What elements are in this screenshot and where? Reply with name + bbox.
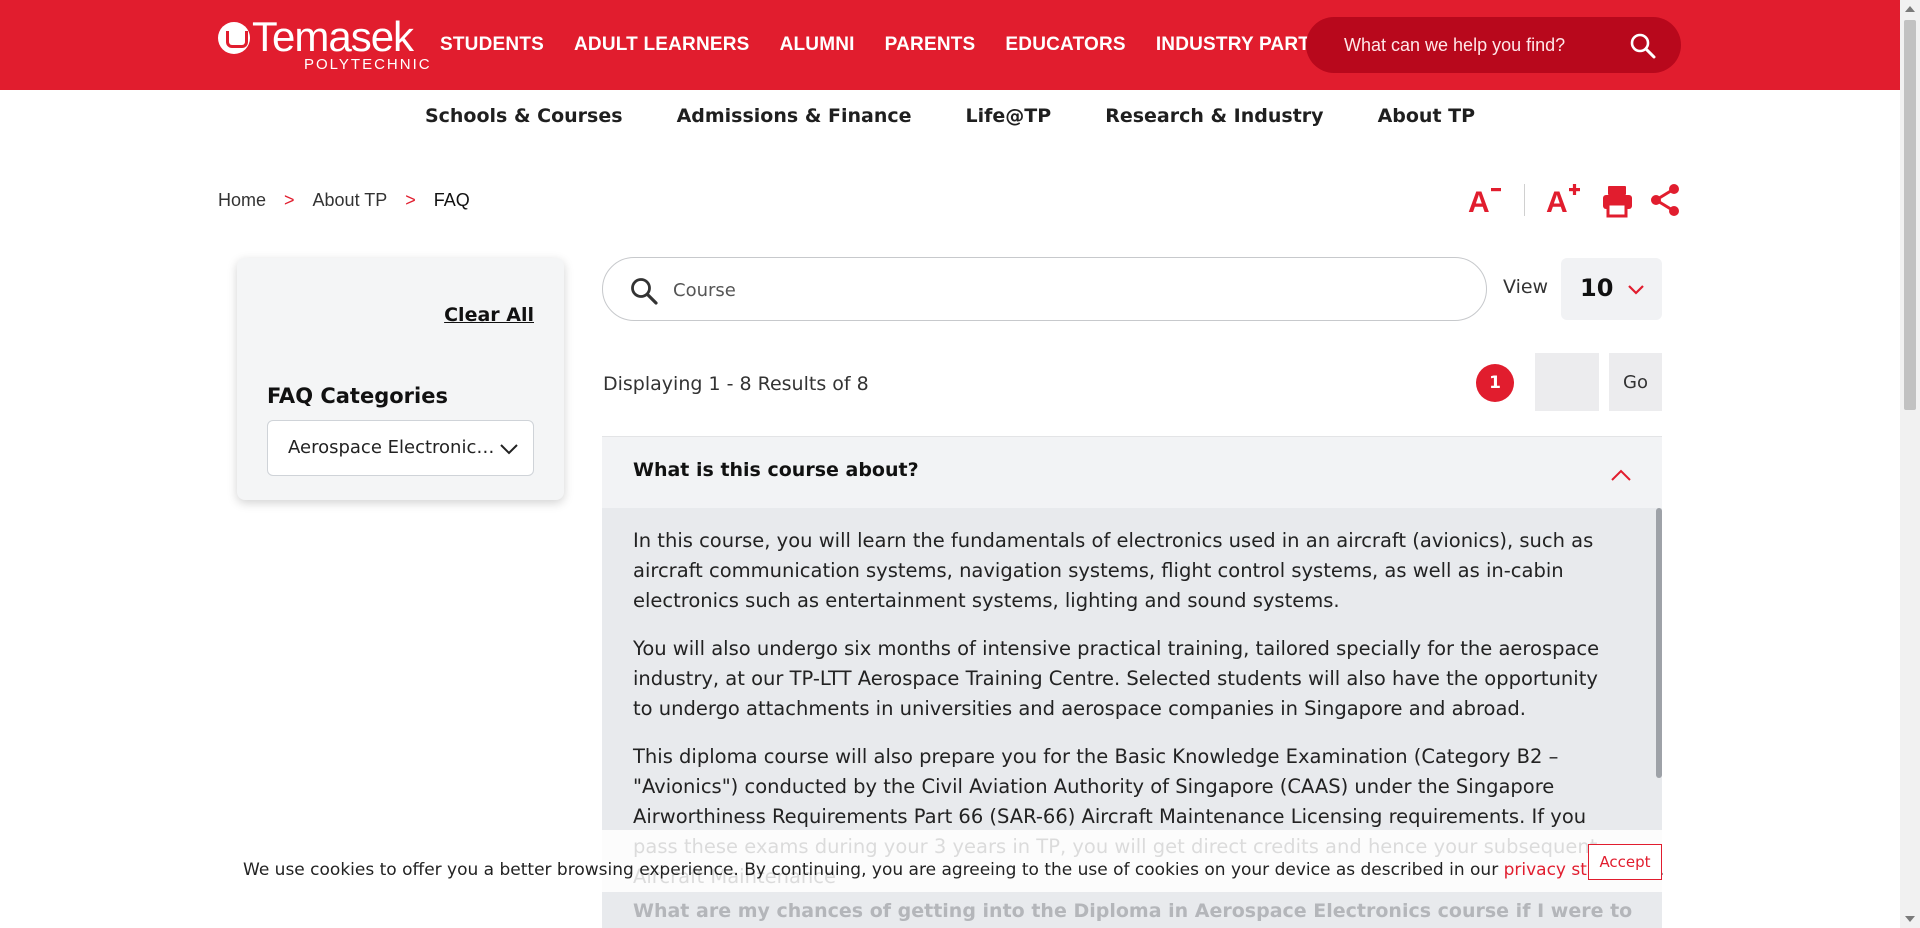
header-search-input[interactable]: [1344, 31, 1624, 59]
main-nav: STUDENTS ADULT LEARNERS ALUMNI PARENTS E…: [440, 0, 1394, 90]
search-icon: [629, 276, 659, 306]
faq-category-select[interactable]: Aerospace Electronics ...: [267, 420, 534, 476]
page-number-input[interactable]: [1535, 353, 1599, 411]
cookie-message-text: We use cookies to offer you a better bro…: [243, 860, 1504, 880]
faq-question-header[interactable]: What is this course about?: [602, 436, 1662, 508]
subnav-about-tp[interactable]: About TP: [1378, 105, 1475, 127]
decrease-font-icon[interactable]: A: [1466, 180, 1506, 220]
print-icon[interactable]: [1598, 180, 1638, 220]
logo-name: Temasek: [252, 13, 414, 60]
nav-adult-learners[interactable]: ADULT LEARNERS: [574, 34, 750, 56]
faq-search-input[interactable]: [673, 276, 1433, 304]
secondary-nav: Schools & Courses Admissions & Finance L…: [0, 90, 1900, 142]
nav-alumni[interactable]: ALUMNI: [780, 34, 855, 56]
breadcrumb: Home > About TP > FAQ: [218, 188, 470, 212]
breadcrumb-current: FAQ: [433, 189, 470, 210]
tools-divider: [1524, 184, 1525, 216]
share-icon[interactable]: [1646, 180, 1686, 220]
temasek-logo[interactable]: Temasek POLYTECHNIC: [218, 14, 430, 74]
scroll-up-icon[interactable]: [1905, 6, 1915, 12]
nav-parents[interactable]: PARENTS: [885, 34, 976, 56]
chevron-up-icon[interactable]: [1610, 465, 1632, 485]
results-count: Displaying 1 - 8 Results of 8: [603, 373, 869, 395]
increase-font-icon[interactable]: A: [1544, 180, 1584, 220]
scroll-down-icon[interactable]: [1905, 916, 1915, 922]
subnav-schools-courses[interactable]: Schools & Courses: [425, 105, 623, 127]
scrollbar-thumb[interactable]: [1904, 20, 1916, 410]
faq-categories-title: FAQ Categories: [267, 384, 448, 408]
chevron-down-icon: [499, 439, 519, 459]
nav-educators[interactable]: EDUCATORS: [1005, 34, 1125, 56]
next-faq-question[interactable]: What are my chances of getting into the …: [633, 900, 1632, 922]
page-1-button[interactable]: 1: [1476, 364, 1514, 402]
answer-scrollbar[interactable]: [1656, 508, 1662, 778]
subnav-life-tp[interactable]: Life@TP: [966, 105, 1052, 127]
tp-logo-icon: [218, 22, 250, 54]
faq-search-box: [602, 257, 1487, 321]
go-button[interactable]: Go: [1609, 353, 1662, 411]
cookie-banner: We use cookies to offer you a better bro…: [0, 830, 1900, 892]
cookie-message: We use cookies to offer you a better bro…: [243, 860, 1664, 880]
header-search: [1306, 17, 1681, 73]
breadcrumb-separator: >: [405, 189, 416, 210]
search-icon[interactable]: [1629, 32, 1657, 60]
clear-all-link[interactable]: Clear All: [444, 304, 534, 326]
faq-category-value: Aerospace Electronics ...: [288, 437, 498, 458]
nav-students[interactable]: STUDENTS: [440, 34, 544, 56]
page-size-select[interactable]: 10: [1561, 258, 1662, 320]
page-tools: A A: [1466, 180, 1686, 220]
window-scrollbar[interactable]: [1900, 0, 1920, 928]
faq-answer-paragraph: In this course, you will learn the funda…: [633, 529, 1594, 612]
svg-text:A: A: [1546, 186, 1568, 219]
faq-filter-card: Clear All FAQ Categories Aerospace Elect…: [237, 258, 564, 500]
breadcrumb-separator: >: [284, 189, 295, 210]
faq-answer-paragraph: You will also undergo six months of inte…: [633, 637, 1600, 720]
accept-cookies-button[interactable]: Accept: [1588, 844, 1662, 880]
breadcrumb-about-tp[interactable]: About TP: [313, 190, 388, 211]
faq-question: What is this course about?: [633, 459, 919, 481]
svg-text:A: A: [1468, 186, 1490, 219]
page-size-value: 10: [1580, 274, 1614, 302]
subnav-admissions-finance[interactable]: Admissions & Finance: [677, 105, 912, 127]
top-header: Temasek POLYTECHNIC STUDENTS ADULT LEARN…: [0, 0, 1900, 90]
breadcrumb-home[interactable]: Home: [218, 190, 266, 211]
subnav-research-industry[interactable]: Research & Industry: [1105, 105, 1323, 127]
view-label: View: [1503, 276, 1549, 298]
logo-subtitle: POLYTECHNIC: [304, 56, 432, 73]
chevron-down-icon: [1626, 280, 1646, 300]
